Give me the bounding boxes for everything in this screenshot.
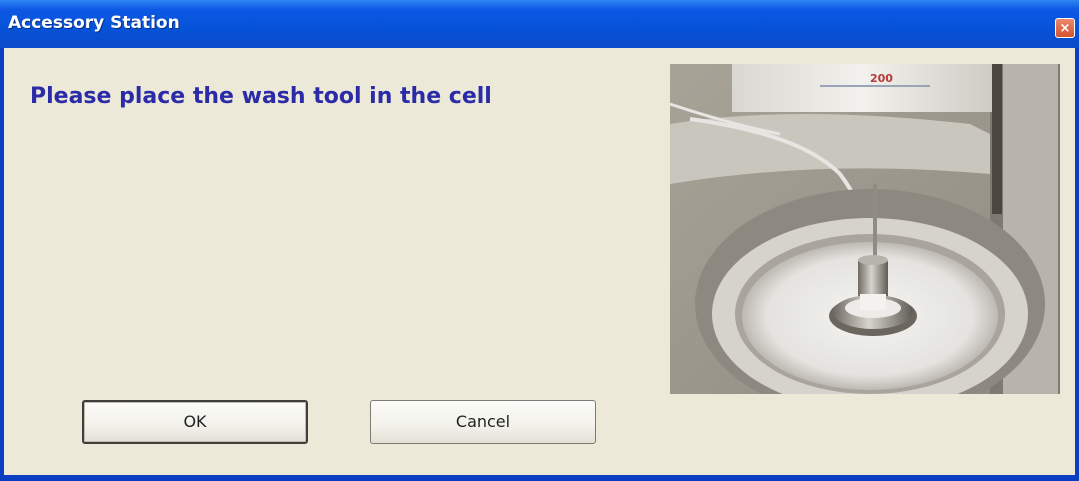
- close-icon[interactable]: ×: [1055, 18, 1075, 38]
- bottle-label-text: 200: [870, 72, 893, 85]
- cancel-button[interactable]: Cancel: [370, 400, 596, 444]
- ok-button[interactable]: OK: [82, 400, 308, 444]
- wash-tool-photo: 200: [670, 64, 1060, 394]
- cell-photo-illustration: 200: [670, 64, 1060, 394]
- window-title: Accessory Station: [8, 13, 180, 33]
- title-bar[interactable]: Accessory Station ×: [0, 0, 1079, 48]
- instruction-message: Please place the wash tool in the cell: [30, 84, 492, 109]
- dialog-window: Accessory Station × Please place the was…: [0, 0, 1079, 481]
